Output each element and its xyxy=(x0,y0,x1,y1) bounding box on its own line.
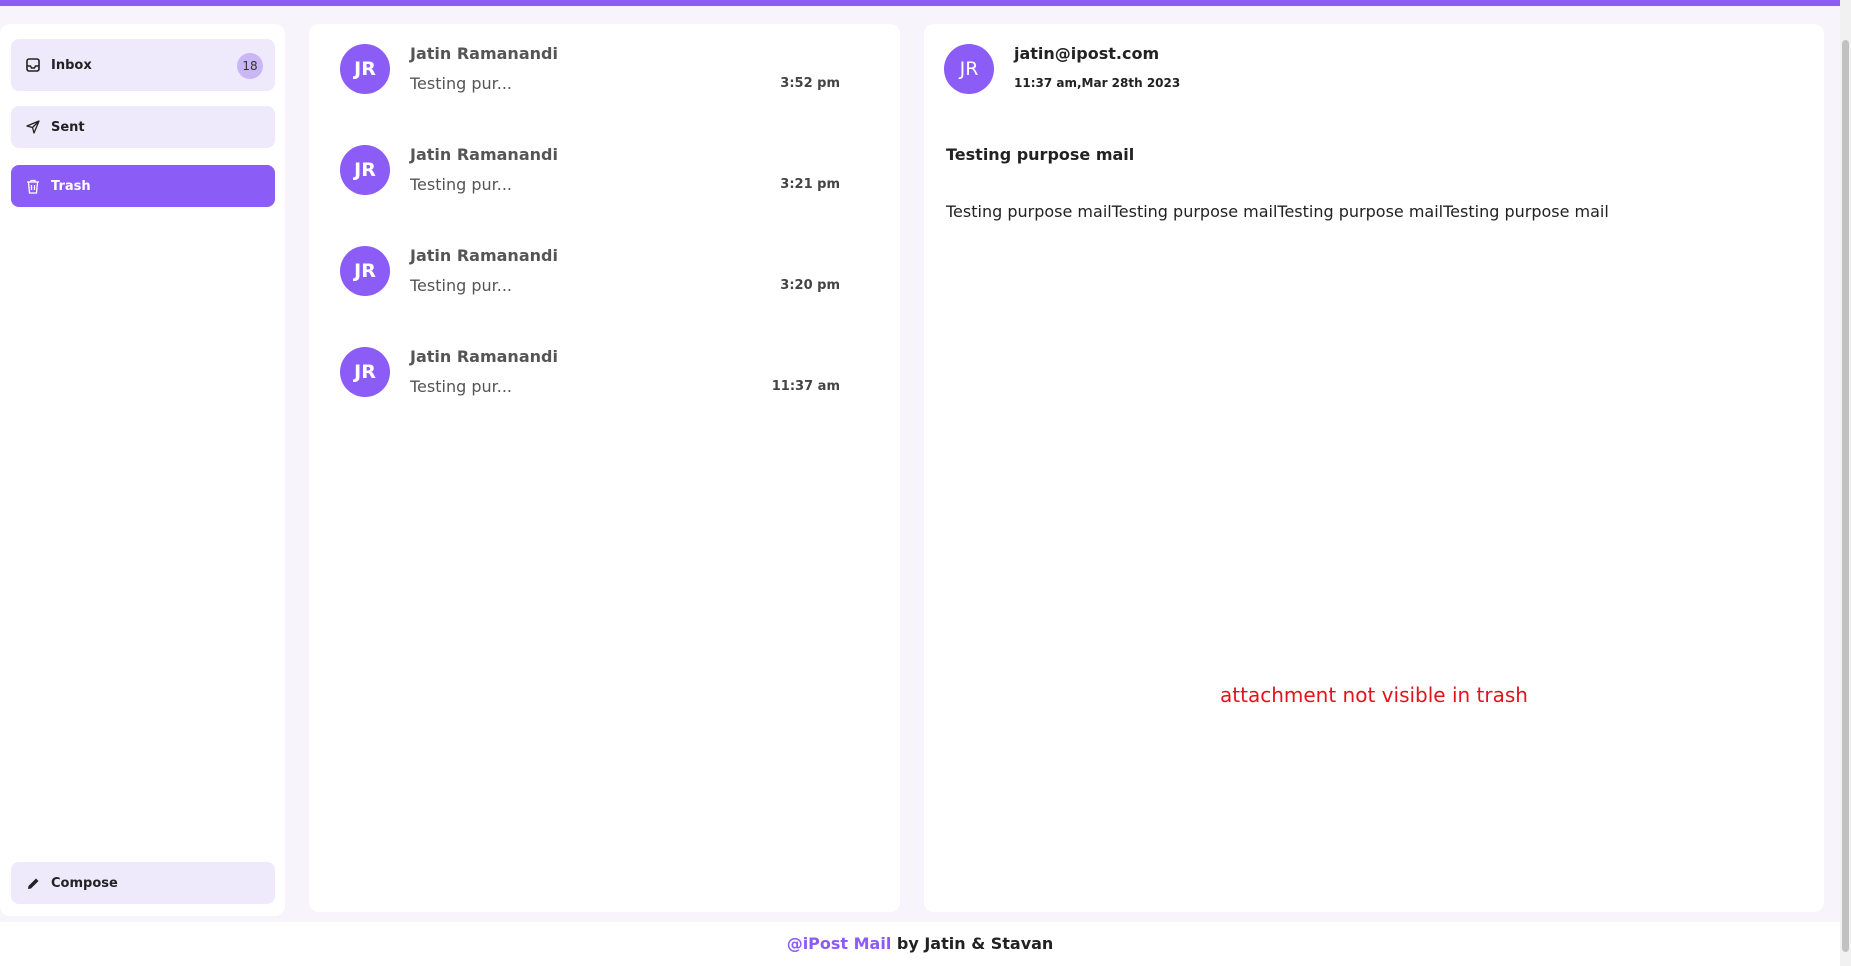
mail-list: JR Jatin Ramanandi Testing pur... 3:52 p… xyxy=(309,24,900,912)
mail-snippet: Testing pur... xyxy=(410,276,512,295)
avatar: JR xyxy=(944,44,994,94)
mail-date: 11:37 am,Mar 28th 2023 xyxy=(1014,76,1181,90)
page-scrollbar[interactable] xyxy=(1840,0,1851,966)
mail-subject: Testing purpose mail xyxy=(946,145,1135,164)
list-item[interactable]: JR Jatin Ramanandi Testing pur... 3:21 p… xyxy=(340,145,840,201)
avatar: JR xyxy=(340,347,390,397)
mail-time: 11:37 am xyxy=(771,379,840,394)
mail-time: 3:20 pm xyxy=(780,278,840,293)
send-icon xyxy=(25,119,41,135)
sidebar-item-label: Trash xyxy=(51,178,91,194)
mail-snippet: Testing pur... xyxy=(410,377,512,396)
avatar: JR xyxy=(340,145,390,195)
sidebar-item-sent[interactable]: Sent xyxy=(11,106,275,148)
sender-name: Jatin Ramanandi xyxy=(410,44,558,63)
pencil-icon xyxy=(25,875,41,891)
unread-count-badge: 18 xyxy=(237,53,263,79)
trash-icon xyxy=(25,178,41,194)
sidebar-item-trash[interactable]: Trash xyxy=(11,165,275,207)
top-accent-bar xyxy=(0,0,1840,6)
attachment-notice: attachment not visible in trash xyxy=(1220,683,1528,707)
list-item[interactable]: JR Jatin Ramanandi Testing pur... 11:37 … xyxy=(340,347,840,403)
sender-name: Jatin Ramanandi xyxy=(410,347,558,366)
avatar: JR xyxy=(340,44,390,94)
scrollbar-thumb[interactable] xyxy=(1842,40,1849,952)
avatar: JR xyxy=(340,246,390,296)
inbox-icon xyxy=(25,57,41,73)
mail-snippet: Testing pur... xyxy=(410,74,512,93)
sender-name: Jatin Ramanandi xyxy=(410,246,558,265)
list-item[interactable]: JR Jatin Ramanandi Testing pur... 3:20 p… xyxy=(340,246,840,302)
mail-detail: JR jatin@ipost.com 11:37 am,Mar 28th 202… xyxy=(924,24,1824,912)
sender-email: jatin@ipost.com xyxy=(1014,44,1160,63)
list-item[interactable]: JR Jatin Ramanandi Testing pur... 3:52 p… xyxy=(340,44,840,100)
footer: @iPost Mail by Jatin & Stavan xyxy=(0,922,1840,966)
mail-snippet: Testing pur... xyxy=(410,175,512,194)
sidebar-item-label: Sent xyxy=(51,119,85,135)
compose-button[interactable]: Compose xyxy=(11,862,275,904)
mail-time: 3:21 pm xyxy=(780,177,840,192)
sender-name: Jatin Ramanandi xyxy=(410,145,558,164)
mail-time: 3:52 pm xyxy=(780,76,840,91)
sidebar-item-label: Inbox xyxy=(51,57,92,73)
mail-body: Testing purpose mailTesting purpose mail… xyxy=(946,202,1609,221)
sidebar-item-inbox[interactable]: Inbox 18 xyxy=(11,39,275,91)
footer-credit: by Jatin & Stavan xyxy=(891,934,1054,953)
footer-brand: @iPost Mail xyxy=(786,934,892,953)
sidebar: Inbox 18 Sent Trash Compose xyxy=(0,24,285,916)
compose-label: Compose xyxy=(51,875,118,891)
